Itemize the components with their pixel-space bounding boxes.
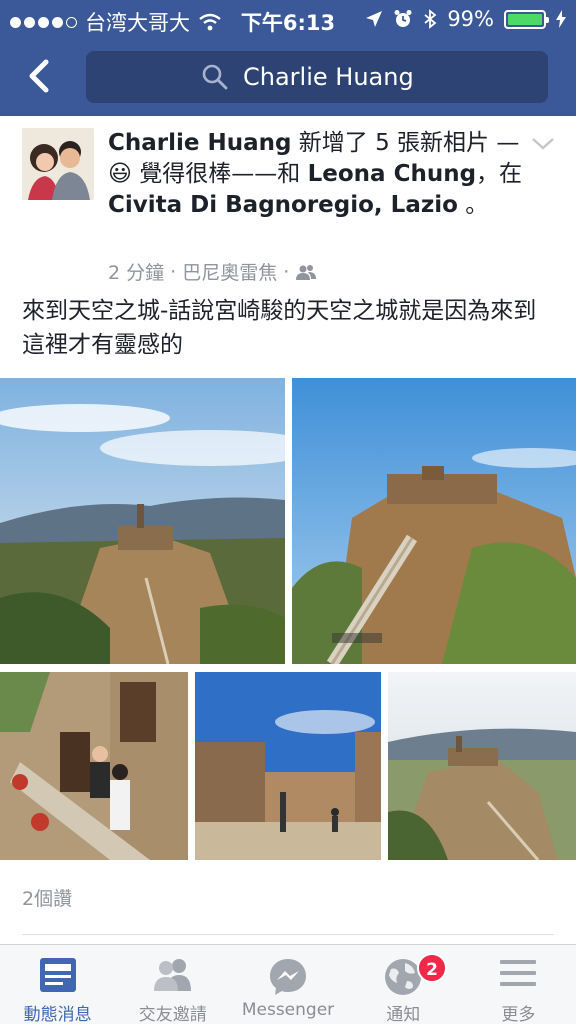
post-photo-3[interactable] [0,672,188,860]
tab-label: Messenger [241,1000,335,1020]
post-text: 來到天空之城-話說宮崎駿的天空之城就是因為來到這裡才有靈感的 [22,298,537,358]
post-photo-5[interactable] [388,672,576,860]
news-feed-icon [39,958,76,992]
meta-separator: · [170,260,177,283]
battery-icon [504,9,549,29]
search-icon [202,64,228,90]
alarm-icon [394,10,412,27]
post-photo-2[interactable] [292,378,576,664]
tab-label: 交友邀請 [138,1005,207,1024]
search-text: Charlie Huang [243,63,414,91]
tab-news-feed[interactable]: 動態消息 [0,945,115,1024]
tab-label: 更多 [501,1005,536,1024]
post-headline: Charlie Huang 新增了 5 張新相片 — 😃 覺得很棒——和 Leo… [108,128,528,221]
at-text: ，在 [476,161,523,187]
post-card: Charlie Huang 新增了 5 張新相片 — 😃 覺得很棒——和 Leo… [0,116,576,944]
divider [22,934,554,935]
post-location[interactable]: 巴尼奧雷焦 [182,258,277,285]
like-count[interactable]: 2個讚 [22,884,72,911]
battery-percent: 99% [447,7,494,31]
battery-fill [508,13,542,25]
post-photo-4[interactable] [195,672,381,860]
search-bar[interactable]: Charlie Huang [86,51,548,103]
tab-notifications[interactable]: 2 通知 [346,945,461,1024]
friends-audience-icon [296,264,317,280]
back-button[interactable] [24,56,58,96]
tab-messenger[interactable]: Messenger [230,945,345,1024]
bluetooth-icon [424,9,437,29]
avatar[interactable] [22,128,94,200]
place-link[interactable]: Civita Di Bagnoregio, Lazio [108,192,458,218]
status-right: 99% [365,7,566,31]
feeling-text: 覺得很棒——和 [131,161,308,187]
tab-label: 通知 [386,1005,421,1024]
author-name[interactable]: Charlie Huang [108,130,291,156]
tab-label: 動態消息 [23,1005,92,1024]
status-bar: 台湾大哥大 下午6:13 99% [0,0,576,38]
post-time[interactable]: 2 分鐘 [108,258,164,285]
tab-more[interactable]: 更多 [461,945,576,1024]
notification-badge: 2 [417,953,448,983]
charging-icon [556,10,566,28]
tab-friend-requests[interactable]: 交友邀請 [115,945,230,1024]
meta-separator-2: · [283,260,290,283]
feeling-emoji: 😃 [108,161,132,187]
menu-icon [500,960,537,986]
top-bar: 台湾大哥大 下午6:13 99% Charlie Huang [0,0,576,116]
chevron-down-icon[interactable] [530,136,556,152]
messenger-icon [270,959,306,995]
headline-end: 。 [457,192,489,218]
friend-requests-icon [153,959,191,991]
post-meta: 2 分鐘 · 巴尼奧雷焦 · [108,258,317,285]
tagged-friend[interactable]: Leona Chung [308,161,476,187]
post-photo-1[interactable] [0,378,285,664]
post-action: 新增了 5 張新相片 — [291,130,520,156]
location-arrow-icon [366,11,383,27]
tab-bar: 動態消息 交友邀請 Messenger 2 通知 更多 [0,944,576,1024]
